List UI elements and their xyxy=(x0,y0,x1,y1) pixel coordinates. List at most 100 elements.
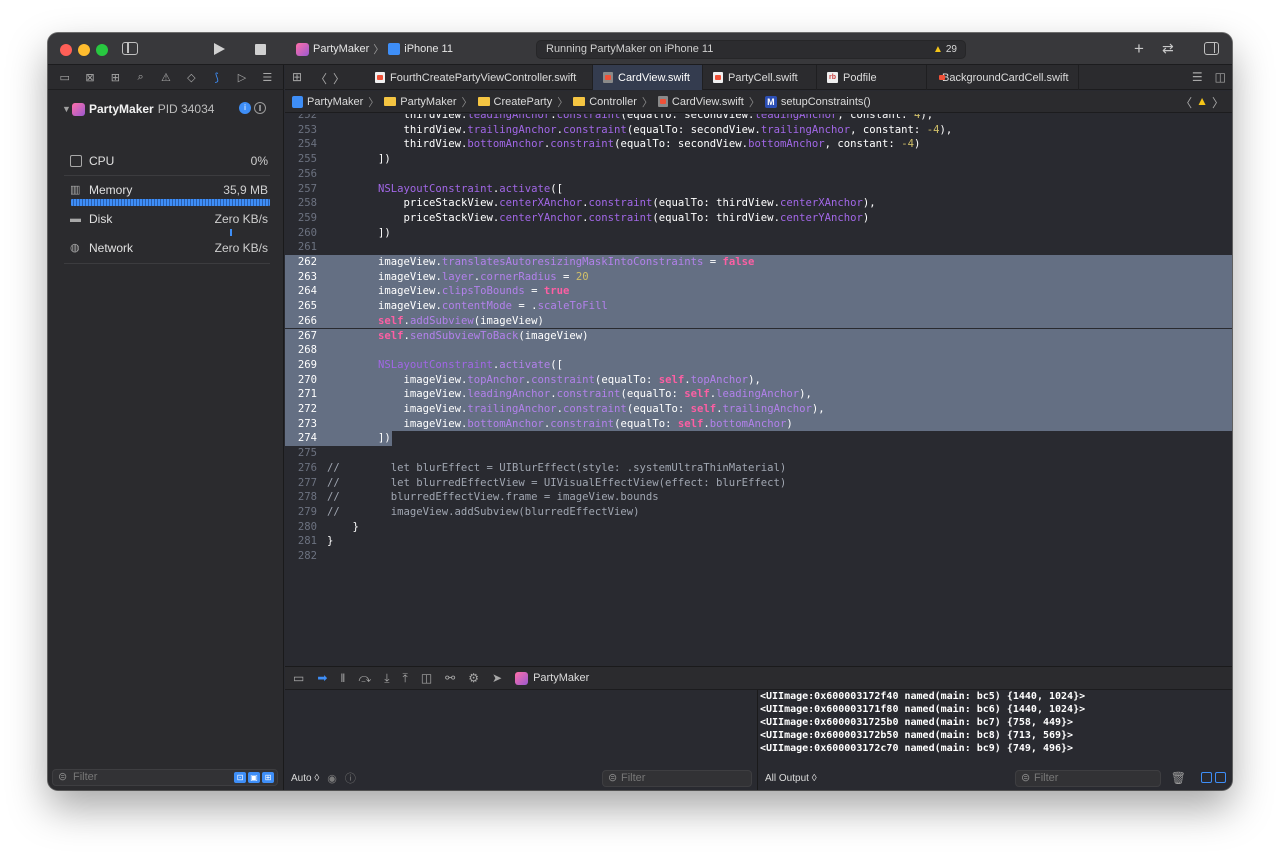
line-number[interactable]: 252 xyxy=(285,114,317,123)
editor-options-icon[interactable]: ☰ xyxy=(1192,70,1203,84)
code-line[interactable]: 266 self.addSubview(imageView) xyxy=(285,313,1232,329)
code-line[interactable]: 278 // blurredEffectView.frame = imageVie… xyxy=(285,490,1232,505)
stop-button[interactable] xyxy=(255,44,266,55)
code-line[interactable]: 279 // imageView.addSubview(blurredEffect… xyxy=(285,505,1232,520)
line-number[interactable]: 264 xyxy=(285,284,317,299)
code-line[interactable]: 273 imageView.bottomAnchor.constraint(eq… xyxy=(285,416,1232,432)
code-line[interactable]: 255 ]) xyxy=(285,152,1232,167)
memory-graph-icon[interactable]: ⚯ xyxy=(445,671,455,685)
code-line[interactable]: 271 imageView.leadingAnchor.constraint(e… xyxy=(285,387,1232,402)
next-issue-icon[interactable]: 〉 xyxy=(1212,94,1224,111)
scheme-selector[interactable]: PartyMaker 〉 iPhone 11 xyxy=(296,41,453,57)
zoom-window-button[interactable] xyxy=(96,44,108,56)
code-line[interactable]: 257 NSLayoutConstraint.activate([ xyxy=(285,182,1232,197)
step-out-icon[interactable]: ⤒ xyxy=(403,671,408,686)
line-number[interactable]: 279 xyxy=(285,505,317,520)
source-control-navigator-icon[interactable]: ⊠ xyxy=(82,71,98,84)
trash-icon[interactable]: 🗑 xyxy=(1171,771,1186,785)
line-number[interactable]: 271 xyxy=(285,387,317,402)
info-icon[interactable]: i xyxy=(239,102,251,114)
code-line[interactable]: 256 xyxy=(285,167,1232,182)
line-number[interactable]: 255 xyxy=(285,152,317,167)
line-number[interactable]: 273 xyxy=(285,417,317,432)
line-number[interactable]: 269 xyxy=(285,358,317,373)
line-number[interactable]: 266 xyxy=(285,314,317,329)
hide-debug-area-icon[interactable]: ▭ xyxy=(293,671,304,685)
pause-execution-icon[interactable]: ‖ xyxy=(340,671,345,685)
line-number[interactable]: 275 xyxy=(285,446,317,461)
process-row[interactable]: ▼ PartyMaker PID 34034 i ‖ xyxy=(62,100,272,118)
console-filter-input[interactable]: ⊜ Filter xyxy=(1015,770,1161,787)
line-number[interactable]: 276 xyxy=(285,461,317,476)
source-editor[interactable]: 252 thirdView.leadingAnchor.constraint(e… xyxy=(285,114,1232,666)
code-line[interactable]: 259 priceStackView.centerYAnchor.constra… xyxy=(285,211,1232,226)
filter-option-icon[interactable]: ⊞ xyxy=(262,772,274,783)
simulate-location-icon[interactable]: ➤ xyxy=(492,671,502,685)
gauge-cpu[interactable]: CPU 0% xyxy=(70,152,268,170)
gauge-network[interactable]: ◍ Network Zero KB/s xyxy=(70,239,268,257)
line-number[interactable]: 260 xyxy=(285,226,317,241)
tab-podfile[interactable]: rb Podfile xyxy=(817,65,927,90)
info-icon[interactable]: ⓘ xyxy=(345,770,356,786)
code-line[interactable]: 260 ]) xyxy=(285,226,1232,241)
tab-fourth-create-party[interactable]: FourthCreatePartyViewController.swift xyxy=(365,65,593,90)
navigator-filter-input[interactable]: ⊜ Filter ⊡ ▣ ⊞ xyxy=(52,769,278,786)
tab-card-view[interactable]: CardView.swift xyxy=(593,65,703,90)
line-number[interactable]: 265 xyxy=(285,299,317,314)
breadcrumb-item[interactable]: PartyMaker xyxy=(400,96,456,108)
line-number[interactable]: 261 xyxy=(285,240,317,255)
code-line[interactable]: 254 thirdView.bottomAnchor.constraint(eq… xyxy=(285,137,1232,152)
code-line[interactable]: 272 imageView.trailingAnchor.constraint(… xyxy=(285,402,1232,417)
line-number[interactable]: 274 xyxy=(285,431,317,446)
line-number[interactable]: 254 xyxy=(285,137,317,152)
line-number[interactable]: 256 xyxy=(285,167,317,182)
code-line[interactable]: 270 imageView.topAnchor.constraint(equal… xyxy=(285,372,1232,388)
code-line[interactable]: 267 self.sendSubviewToBack(imageView) xyxy=(285,328,1232,344)
related-items-icon[interactable]: ⊞ xyxy=(292,70,302,84)
variables-filter-input[interactable]: ⊜ Filter xyxy=(602,770,752,787)
inspector-toggle-icon[interactable] xyxy=(1204,42,1219,55)
minimize-window-button[interactable] xyxy=(78,44,90,56)
output-select[interactable]: All Output ◊ xyxy=(765,773,817,784)
code-line[interactable]: 277 // let blurredEffectView = UIVisualEf… xyxy=(285,476,1232,491)
code-line[interactable]: 269 NSLayoutConstraint.activate([ xyxy=(285,357,1232,373)
line-number[interactable]: 280 xyxy=(285,520,317,535)
code-line[interactable]: 276 // let blurEffect = UIBlurEffect(styl… xyxy=(285,461,1232,476)
line-number[interactable]: 257 xyxy=(285,182,317,197)
code-line[interactable]: 263 imageView.layer.cornerRadius = 20 xyxy=(285,269,1232,285)
tab-background-card-cell[interactable]: BackgroundCardCell.swift xyxy=(927,65,1079,90)
warnings-badge[interactable]: ▲ 29 xyxy=(933,41,957,58)
find-navigator-icon[interactable]: ⌕ xyxy=(133,71,149,84)
code-line[interactable]: 268 xyxy=(285,343,1232,358)
line-number[interactable]: 272 xyxy=(285,402,317,417)
issue-navigator-icon[interactable]: ⚠ xyxy=(158,71,174,84)
line-number[interactable]: 262 xyxy=(285,255,317,270)
symbol-navigator-icon[interactable]: ⊞ xyxy=(107,71,123,84)
variables-scope-select[interactable]: Auto ◊ xyxy=(291,773,319,784)
breadcrumb-item[interactable]: setupConstraints() xyxy=(781,96,871,108)
eye-icon[interactable]: ◉ xyxy=(327,772,337,785)
code-line[interactable]: 252 thirdView.leadingAnchor.constraint(e… xyxy=(285,114,1232,123)
step-into-icon[interactable]: ⤓ xyxy=(384,671,389,686)
line-number[interactable]: 277 xyxy=(285,476,317,491)
breadcrumb-item[interactable]: CardView.swift xyxy=(672,96,744,108)
line-number[interactable]: 281 xyxy=(285,534,317,549)
show-console-icon[interactable] xyxy=(1215,772,1226,783)
breadcrumb-item[interactable]: CreateParty xyxy=(494,96,553,108)
run-button[interactable] xyxy=(214,43,225,55)
code-line[interactable]: 281} xyxy=(285,534,1232,549)
library-plus-icon[interactable]: + xyxy=(1134,39,1144,59)
code-line[interactable]: 264 imageView.clipsToBounds = true xyxy=(285,284,1232,300)
variables-view[interactable]: Auto ◊ ◉ ⓘ ⊜ Filter xyxy=(285,690,758,790)
previous-issue-icon[interactable]: 〈 xyxy=(1180,94,1192,111)
split-editor-icon[interactable]: ◫ xyxy=(1215,70,1226,84)
breadcrumb-item[interactable]: Controller xyxy=(589,96,637,108)
pause-icon[interactable]: ‖ xyxy=(254,102,266,114)
tab-party-cell[interactable]: PartyCell.swift xyxy=(703,65,817,90)
line-number[interactable]: 278 xyxy=(285,490,317,505)
console[interactable]: <UIImage:0x600003172f40 named(main: bc5)… xyxy=(759,690,1232,790)
code-line[interactable]: 265 imageView.contentMode = .scaleToFill xyxy=(285,299,1232,314)
line-number[interactable]: 259 xyxy=(285,211,317,226)
gauge-memory[interactable]: ▥ Memory 35,9 MB xyxy=(70,181,268,199)
step-over-icon[interactable]: ⤼ xyxy=(358,671,371,686)
